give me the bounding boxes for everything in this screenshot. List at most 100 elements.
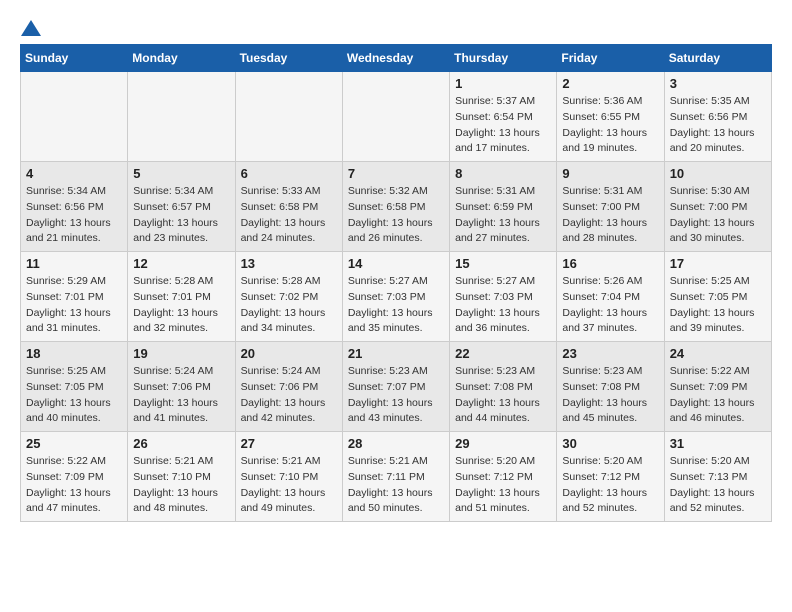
day-number: 29 [455,436,551,451]
calendar-week-row: 11Sunrise: 5:29 AMSunset: 7:01 PMDayligh… [21,252,772,342]
day-info-line: Sunset: 6:58 PM [241,200,337,216]
day-info-line: Daylight: 13 hours [26,216,122,232]
day-info-line: and 37 minutes. [562,321,658,337]
col-monday: Monday [128,45,235,72]
day-number: 28 [348,436,444,451]
day-number: 10 [670,166,766,181]
col-thursday: Thursday [450,45,557,72]
day-info-line: Sunrise: 5:24 AM [241,364,337,380]
day-info-line: Sunrise: 5:23 AM [562,364,658,380]
day-info-line: Sunrise: 5:20 AM [670,454,766,470]
day-info-line: Sunrise: 5:25 AM [26,364,122,380]
day-info-line: Daylight: 13 hours [348,306,444,322]
day-info-line: Sunrise: 5:36 AM [562,94,658,110]
day-info-line: and 24 minutes. [241,231,337,247]
day-number: 12 [133,256,229,271]
day-info-line: Daylight: 13 hours [241,306,337,322]
calendar-cell: 13Sunrise: 5:28 AMSunset: 7:02 PMDayligh… [235,252,342,342]
day-info-line: Sunset: 7:11 PM [348,470,444,486]
header [20,20,772,34]
calendar-week-row: 4Sunrise: 5:34 AMSunset: 6:56 PMDaylight… [21,162,772,252]
calendar-cell: 7Sunrise: 5:32 AMSunset: 6:58 PMDaylight… [342,162,449,252]
day-info-line: and 52 minutes. [670,501,766,517]
day-info-line: Sunset: 6:56 PM [26,200,122,216]
day-number: 7 [348,166,444,181]
day-info-line: and 31 minutes. [26,321,122,337]
day-info-line: Sunset: 7:10 PM [133,470,229,486]
day-info-line: Sunset: 7:12 PM [562,470,658,486]
day-info-line: Daylight: 13 hours [670,486,766,502]
day-info-line: Daylight: 13 hours [670,126,766,142]
day-info-line: Daylight: 13 hours [133,396,229,412]
day-info-line: Sunrise: 5:25 AM [670,274,766,290]
day-info-line: Sunset: 7:12 PM [455,470,551,486]
day-info-line: Sunset: 6:55 PM [562,110,658,126]
day-info-line: and 51 minutes. [455,501,551,517]
calendar-cell: 6Sunrise: 5:33 AMSunset: 6:58 PMDaylight… [235,162,342,252]
day-number: 16 [562,256,658,271]
day-info-line: Daylight: 13 hours [562,486,658,502]
day-info-line: Daylight: 13 hours [455,396,551,412]
calendar-cell: 17Sunrise: 5:25 AMSunset: 7:05 PMDayligh… [664,252,771,342]
calendar-cell: 28Sunrise: 5:21 AMSunset: 7:11 PMDayligh… [342,432,449,522]
day-number: 24 [670,346,766,361]
calendar-cell: 12Sunrise: 5:28 AMSunset: 7:01 PMDayligh… [128,252,235,342]
col-tuesday: Tuesday [235,45,342,72]
day-info-line: Sunrise: 5:23 AM [455,364,551,380]
day-number: 15 [455,256,551,271]
day-info-line: Sunset: 7:06 PM [133,380,229,396]
day-info-line: Sunset: 6:54 PM [455,110,551,126]
day-number: 14 [348,256,444,271]
calendar-cell: 2Sunrise: 5:36 AMSunset: 6:55 PMDaylight… [557,72,664,162]
col-saturday: Saturday [664,45,771,72]
day-info-line: Sunset: 7:04 PM [562,290,658,306]
day-info-line: and 36 minutes. [455,321,551,337]
calendar-cell: 5Sunrise: 5:34 AMSunset: 6:57 PMDaylight… [128,162,235,252]
day-number: 1 [455,76,551,91]
day-info-line: and 26 minutes. [348,231,444,247]
day-info-line: Sunrise: 5:28 AM [133,274,229,290]
day-info-line: Daylight: 13 hours [348,486,444,502]
day-info-line: Daylight: 13 hours [455,216,551,232]
day-info-line: Sunset: 6:58 PM [348,200,444,216]
logo [20,20,41,34]
day-info-line: Daylight: 13 hours [670,396,766,412]
day-info-line: Daylight: 13 hours [133,216,229,232]
day-info-line: and 30 minutes. [670,231,766,247]
day-info-line: Sunset: 7:08 PM [455,380,551,396]
day-info-line: and 21 minutes. [26,231,122,247]
day-number: 23 [562,346,658,361]
calendar-cell: 11Sunrise: 5:29 AMSunset: 7:01 PMDayligh… [21,252,128,342]
day-info-line: Daylight: 13 hours [455,126,551,142]
calendar-week-row: 18Sunrise: 5:25 AMSunset: 7:05 PMDayligh… [21,342,772,432]
day-info-line: Sunrise: 5:22 AM [670,364,766,380]
day-info-line: and 19 minutes. [562,141,658,157]
calendar-cell: 10Sunrise: 5:30 AMSunset: 7:00 PMDayligh… [664,162,771,252]
day-info-line: Sunset: 7:00 PM [670,200,766,216]
day-info-line: and 28 minutes. [562,231,658,247]
calendar-cell: 27Sunrise: 5:21 AMSunset: 7:10 PMDayligh… [235,432,342,522]
day-info-line: Sunrise: 5:31 AM [455,184,551,200]
day-info-line: Sunrise: 5:34 AM [133,184,229,200]
day-number: 31 [670,436,766,451]
day-info-line: Sunrise: 5:33 AM [241,184,337,200]
day-info-line: Daylight: 13 hours [562,126,658,142]
day-info-line: and 27 minutes. [455,231,551,247]
day-number: 26 [133,436,229,451]
day-info-line: Daylight: 13 hours [26,396,122,412]
day-number: 5 [133,166,229,181]
day-info-line: and 47 minutes. [26,501,122,517]
calendar-cell: 3Sunrise: 5:35 AMSunset: 6:56 PMDaylight… [664,72,771,162]
day-info-line: Sunset: 7:09 PM [26,470,122,486]
day-info-line: Sunrise: 5:22 AM [26,454,122,470]
day-info-line: Daylight: 13 hours [562,216,658,232]
calendar-header-row: Sunday Monday Tuesday Wednesday Thursday… [21,45,772,72]
day-info-line: and 34 minutes. [241,321,337,337]
day-info-line: and 20 minutes. [670,141,766,157]
day-number: 22 [455,346,551,361]
day-info-line: Sunrise: 5:31 AM [562,184,658,200]
day-info-line: Sunrise: 5:34 AM [26,184,122,200]
day-info-line: Sunrise: 5:30 AM [670,184,766,200]
day-info-line: and 40 minutes. [26,411,122,427]
day-info-line: and 17 minutes. [455,141,551,157]
